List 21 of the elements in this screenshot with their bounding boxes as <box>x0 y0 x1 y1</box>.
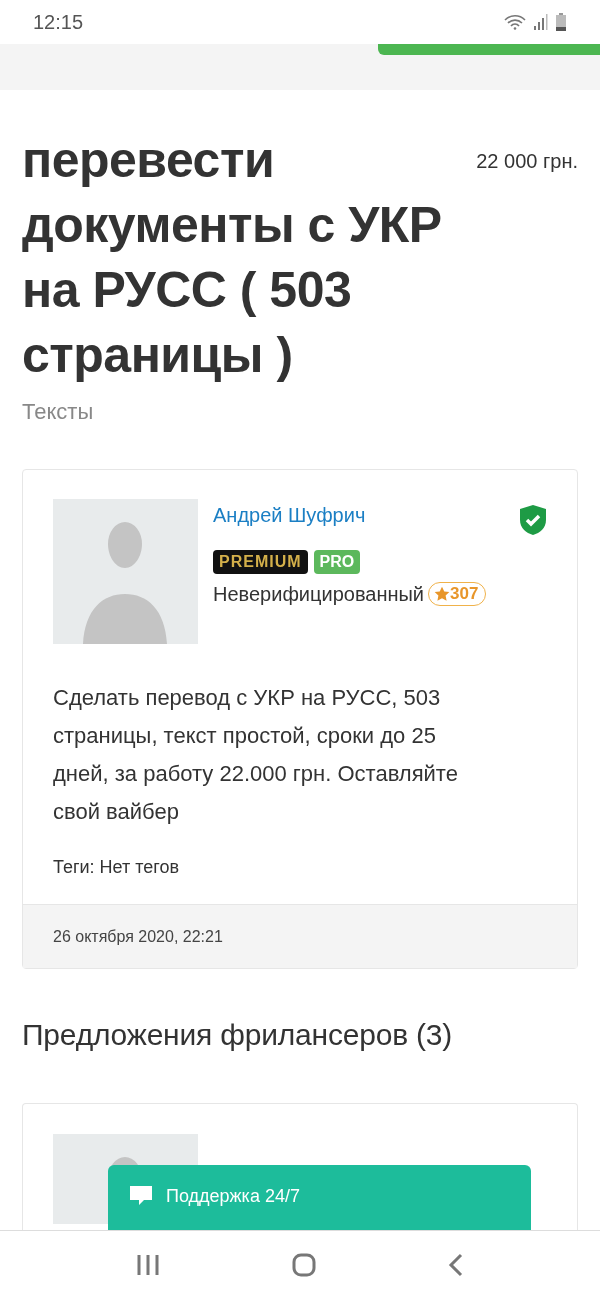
signal-icon <box>534 14 548 30</box>
author-link[interactable]: Андрей Шуфрич <box>213 504 366 527</box>
support-button[interactable]: Поддержка 24/7 <box>108 1165 531 1230</box>
verification-status: Неверифицированный <box>213 582 425 606</box>
category-link[interactable]: Тексты <box>22 399 578 425</box>
pro-label: PRO <box>313 550 361 574</box>
premium-label: PREMIUM <box>213 550 308 574</box>
wifi-icon <box>504 14 526 30</box>
task-price: 22 000 грн. <box>476 150 578 173</box>
recent-apps-icon[interactable] <box>136 1253 160 1276</box>
home-icon[interactable] <box>292 1252 316 1277</box>
back-icon[interactable] <box>448 1252 464 1277</box>
task-date: 26 октября 2020, 22:21 <box>53 927 223 946</box>
task-description: Сделать перевод с УКР на РУСС, 503 страницы, текст простой, сроки до 25 дней, за работу 22.000 грн. Оставляйте свой вайбер <box>53 684 459 826</box>
tags-text: Теги: Нет тегов <box>53 857 181 878</box>
offers-heading: Предложения фрилансеров (3) <box>22 1018 454 1052</box>
clock: 12:15 <box>33 10 84 34</box>
star-icon <box>434 586 451 602</box>
battery-icon <box>556 13 566 31</box>
task-title: перевести документы с УКР на РУСС ( 503 страницы ) <box>22 131 443 385</box>
chat-icon <box>130 1186 152 1206</box>
